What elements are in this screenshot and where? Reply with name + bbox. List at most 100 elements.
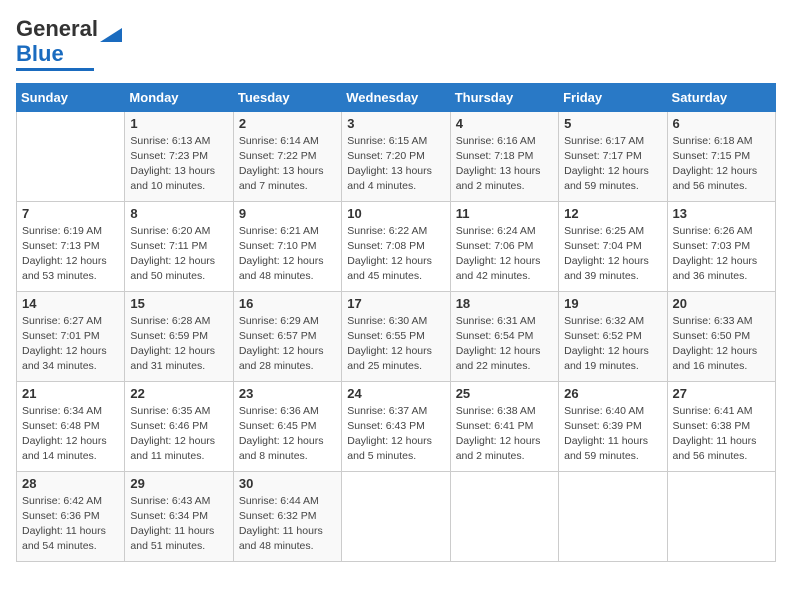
sunset: Sunset: 6:32 PM [239, 510, 317, 522]
daylight: Daylight: 12 hours and 53 minutes. [22, 255, 107, 282]
day-cell: 19 Sunrise: 6:32 AM Sunset: 6:52 PM Dayl… [559, 291, 667, 381]
sunrise: Sunrise: 6:37 AM [347, 405, 427, 417]
day-cell [559, 471, 667, 561]
sunset: Sunset: 6:41 PM [456, 420, 534, 432]
sunrise: Sunrise: 6:26 AM [673, 225, 753, 237]
header-cell-thursday: Thursday [450, 83, 558, 111]
day-number: 8 [130, 206, 227, 221]
day-number: 14 [22, 296, 119, 311]
day-info: Sunrise: 6:38 AM Sunset: 6:41 PM Dayligh… [456, 404, 553, 465]
logo-blue: Blue [16, 41, 64, 66]
header-cell-sunday: Sunday [17, 83, 125, 111]
day-cell: 11 Sunrise: 6:24 AM Sunset: 7:06 PM Dayl… [450, 201, 558, 291]
day-number: 23 [239, 386, 336, 401]
day-cell: 12 Sunrise: 6:25 AM Sunset: 7:04 PM Dayl… [559, 201, 667, 291]
day-cell: 25 Sunrise: 6:38 AM Sunset: 6:41 PM Dayl… [450, 381, 558, 471]
sunrise: Sunrise: 6:24 AM [456, 225, 536, 237]
day-info: Sunrise: 6:44 AM Sunset: 6:32 PM Dayligh… [239, 494, 336, 555]
day-number: 2 [239, 116, 336, 131]
week-row-4: 21 Sunrise: 6:34 AM Sunset: 6:48 PM Dayl… [17, 381, 776, 471]
daylight: Daylight: 13 hours and 2 minutes. [456, 165, 541, 192]
day-cell: 2 Sunrise: 6:14 AM Sunset: 7:22 PM Dayli… [233, 111, 341, 201]
daylight: Daylight: 11 hours and 59 minutes. [564, 435, 648, 462]
daylight: Daylight: 12 hours and 11 minutes. [130, 435, 215, 462]
day-number: 10 [347, 206, 444, 221]
day-cell: 30 Sunrise: 6:44 AM Sunset: 6:32 PM Dayl… [233, 471, 341, 561]
sunset: Sunset: 7:06 PM [456, 240, 534, 252]
day-info: Sunrise: 6:19 AM Sunset: 7:13 PM Dayligh… [22, 224, 119, 285]
sunrise: Sunrise: 6:44 AM [239, 495, 319, 507]
header-cell-friday: Friday [559, 83, 667, 111]
sunset: Sunset: 6:52 PM [564, 330, 642, 342]
day-cell: 20 Sunrise: 6:33 AM Sunset: 6:50 PM Dayl… [667, 291, 775, 381]
daylight: Daylight: 13 hours and 7 minutes. [239, 165, 324, 192]
daylight: Daylight: 11 hours and 56 minutes. [673, 435, 757, 462]
day-info: Sunrise: 6:26 AM Sunset: 7:03 PM Dayligh… [673, 224, 770, 285]
sunrise: Sunrise: 6:41 AM [673, 405, 753, 417]
day-info: Sunrise: 6:40 AM Sunset: 6:39 PM Dayligh… [564, 404, 661, 465]
sunrise: Sunrise: 6:35 AM [130, 405, 210, 417]
calendar-header: SundayMondayTuesdayWednesdayThursdayFrid… [17, 83, 776, 111]
daylight: Daylight: 11 hours and 54 minutes. [22, 525, 106, 552]
daylight: Daylight: 12 hours and 14 minutes. [22, 435, 107, 462]
day-info: Sunrise: 6:37 AM Sunset: 6:43 PM Dayligh… [347, 404, 444, 465]
sunrise: Sunrise: 6:22 AM [347, 225, 427, 237]
sunrise: Sunrise: 6:20 AM [130, 225, 210, 237]
day-info: Sunrise: 6:33 AM Sunset: 6:50 PM Dayligh… [673, 314, 770, 375]
sunset: Sunset: 6:45 PM [239, 420, 317, 432]
day-number: 1 [130, 116, 227, 131]
calendar-body: 1 Sunrise: 6:13 AM Sunset: 7:23 PM Dayli… [17, 111, 776, 561]
day-number: 7 [22, 206, 119, 221]
daylight: Daylight: 13 hours and 4 minutes. [347, 165, 432, 192]
daylight: Daylight: 12 hours and 16 minutes. [673, 345, 758, 372]
sunset: Sunset: 7:01 PM [22, 330, 100, 342]
sunrise: Sunrise: 6:17 AM [564, 135, 644, 147]
daylight: Daylight: 11 hours and 51 minutes. [130, 525, 214, 552]
sunset: Sunset: 6:38 PM [673, 420, 751, 432]
sunrise: Sunrise: 6:34 AM [22, 405, 102, 417]
day-cell: 8 Sunrise: 6:20 AM Sunset: 7:11 PM Dayli… [125, 201, 233, 291]
page-header: GeneralBlue [16, 16, 776, 71]
sunrise: Sunrise: 6:38 AM [456, 405, 536, 417]
daylight: Daylight: 12 hours and 19 minutes. [564, 345, 649, 372]
day-info: Sunrise: 6:20 AM Sunset: 7:11 PM Dayligh… [130, 224, 227, 285]
day-info: Sunrise: 6:14 AM Sunset: 7:22 PM Dayligh… [239, 134, 336, 195]
day-number: 5 [564, 116, 661, 131]
logo-icon [100, 18, 122, 47]
day-info: Sunrise: 6:29 AM Sunset: 6:57 PM Dayligh… [239, 314, 336, 375]
day-info: Sunrise: 6:28 AM Sunset: 6:59 PM Dayligh… [130, 314, 227, 375]
daylight: Daylight: 12 hours and 48 minutes. [239, 255, 324, 282]
day-info: Sunrise: 6:31 AM Sunset: 6:54 PM Dayligh… [456, 314, 553, 375]
sunset: Sunset: 6:55 PM [347, 330, 425, 342]
sunset: Sunset: 7:18 PM [456, 150, 534, 162]
day-info: Sunrise: 6:24 AM Sunset: 7:06 PM Dayligh… [456, 224, 553, 285]
day-cell [450, 471, 558, 561]
day-cell: 29 Sunrise: 6:43 AM Sunset: 6:34 PM Dayl… [125, 471, 233, 561]
day-number: 13 [673, 206, 770, 221]
day-info: Sunrise: 6:36 AM Sunset: 6:45 PM Dayligh… [239, 404, 336, 465]
sunrise: Sunrise: 6:18 AM [673, 135, 753, 147]
daylight: Daylight: 12 hours and 28 minutes. [239, 345, 324, 372]
sunrise: Sunrise: 6:31 AM [456, 315, 536, 327]
day-number: 3 [347, 116, 444, 131]
sunrise: Sunrise: 6:40 AM [564, 405, 644, 417]
day-cell [667, 471, 775, 561]
sunrise: Sunrise: 6:21 AM [239, 225, 319, 237]
day-info: Sunrise: 6:15 AM Sunset: 7:20 PM Dayligh… [347, 134, 444, 195]
header-cell-monday: Monday [125, 83, 233, 111]
sunset: Sunset: 7:17 PM [564, 150, 642, 162]
sunrise: Sunrise: 6:19 AM [22, 225, 102, 237]
day-number: 12 [564, 206, 661, 221]
daylight: Daylight: 12 hours and 59 minutes. [564, 165, 649, 192]
sunrise: Sunrise: 6:15 AM [347, 135, 427, 147]
day-cell: 28 Sunrise: 6:42 AM Sunset: 6:36 PM Dayl… [17, 471, 125, 561]
day-cell: 7 Sunrise: 6:19 AM Sunset: 7:13 PM Dayli… [17, 201, 125, 291]
sunset: Sunset: 7:03 PM [673, 240, 751, 252]
day-cell: 21 Sunrise: 6:34 AM Sunset: 6:48 PM Dayl… [17, 381, 125, 471]
daylight: Daylight: 12 hours and 2 minutes. [456, 435, 541, 462]
day-number: 9 [239, 206, 336, 221]
day-number: 19 [564, 296, 661, 311]
day-info: Sunrise: 6:16 AM Sunset: 7:18 PM Dayligh… [456, 134, 553, 195]
day-number: 24 [347, 386, 444, 401]
day-cell: 4 Sunrise: 6:16 AM Sunset: 7:18 PM Dayli… [450, 111, 558, 201]
